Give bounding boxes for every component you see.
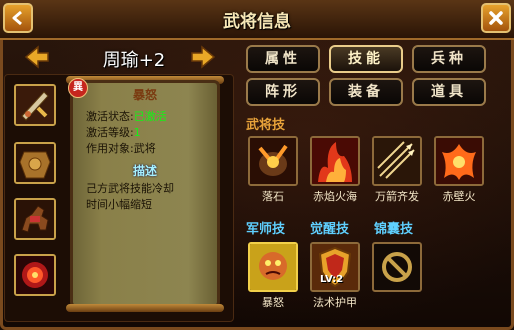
tab-skills[interactable]: 技能 <box>329 45 403 73</box>
falling-rock-icon <box>250 138 296 184</box>
close-icon <box>489 11 503 25</box>
phoenix-fire-icon <box>436 138 482 184</box>
window-title: 武将信息 <box>223 12 291 32</box>
empty-tips-slot[interactable] <box>372 242 422 292</box>
skill-label: 万箭齐发 <box>375 190 419 203</box>
scroll-bottom-rod <box>66 304 224 312</box>
activation-level: 激活等级:1 <box>86 126 141 139</box>
sword-icon <box>16 86 54 124</box>
back-arrow-icon <box>12 10 22 26</box>
tab-items[interactable]: 道具 <box>412 78 486 106</box>
description-line-2: 时间小幅缩短 <box>86 198 152 211</box>
hero-name: 周瑜+2 <box>102 50 166 71</box>
treasure-slot[interactable] <box>14 254 56 296</box>
skill-label: 暴怒 <box>262 296 284 309</box>
jewel-icon <box>16 256 54 294</box>
mount-slot[interactable] <box>14 198 56 240</box>
tab-troops[interactable]: 兵种 <box>412 45 486 73</box>
skill-detail-name: 暴怒 <box>132 88 157 102</box>
prohibited-icon <box>382 252 412 282</box>
target-info: 作用对象:武将 <box>86 142 156 155</box>
activation-status: 激活状态:已激活 <box>86 110 167 123</box>
fire-icon <box>312 138 358 184</box>
skill-magic-armor[interactable]: LV:2 <box>310 242 360 292</box>
next-hero-arrow-icon[interactable] <box>190 45 216 69</box>
arrows-icon <box>374 138 420 184</box>
skill-rage[interactable] <box>248 242 298 292</box>
rage-face-icon <box>250 244 296 290</box>
skill-label: 赤壁火 <box>442 190 476 203</box>
close-button[interactable] <box>481 3 511 33</box>
horse-icon <box>16 200 54 238</box>
skill-label: 法术护甲 <box>313 296 357 309</box>
weapon-slot[interactable] <box>14 84 56 126</box>
back-button[interactable] <box>3 3 33 33</box>
previous-hero-arrow-icon[interactable] <box>24 45 50 69</box>
armor-slot[interactable] <box>14 142 56 184</box>
awaken-skills-title: 觉醒技 <box>310 222 350 237</box>
tips-skills-title: 锦囊技 <box>374 222 414 237</box>
skill-flame-sea[interactable] <box>310 136 360 186</box>
skill-label: 赤焰火海 <box>313 190 357 203</box>
skill-label: 落石 <box>262 190 284 203</box>
armor-icon <box>16 144 54 182</box>
general-skills-title: 武将技 <box>246 118 286 133</box>
title-bar: 武将信息 <box>0 0 514 40</box>
skill-arrow-volley[interactable] <box>372 136 422 186</box>
skill-level-text: LV:2 <box>320 274 344 285</box>
description-line-1: 己方武将技能冷却 <box>86 182 174 195</box>
tab-formation[interactable]: 阵形 <box>246 78 320 106</box>
tab-equipment[interactable]: 装备 <box>329 78 403 106</box>
tab-attributes[interactable]: 属性 <box>246 45 320 73</box>
description-title: 描述 <box>132 164 157 178</box>
strategist-skills-title: 军师技 <box>246 222 286 237</box>
skill-red-cliff-fire[interactable] <box>434 136 484 186</box>
skill-falling-rock[interactable] <box>248 136 298 186</box>
